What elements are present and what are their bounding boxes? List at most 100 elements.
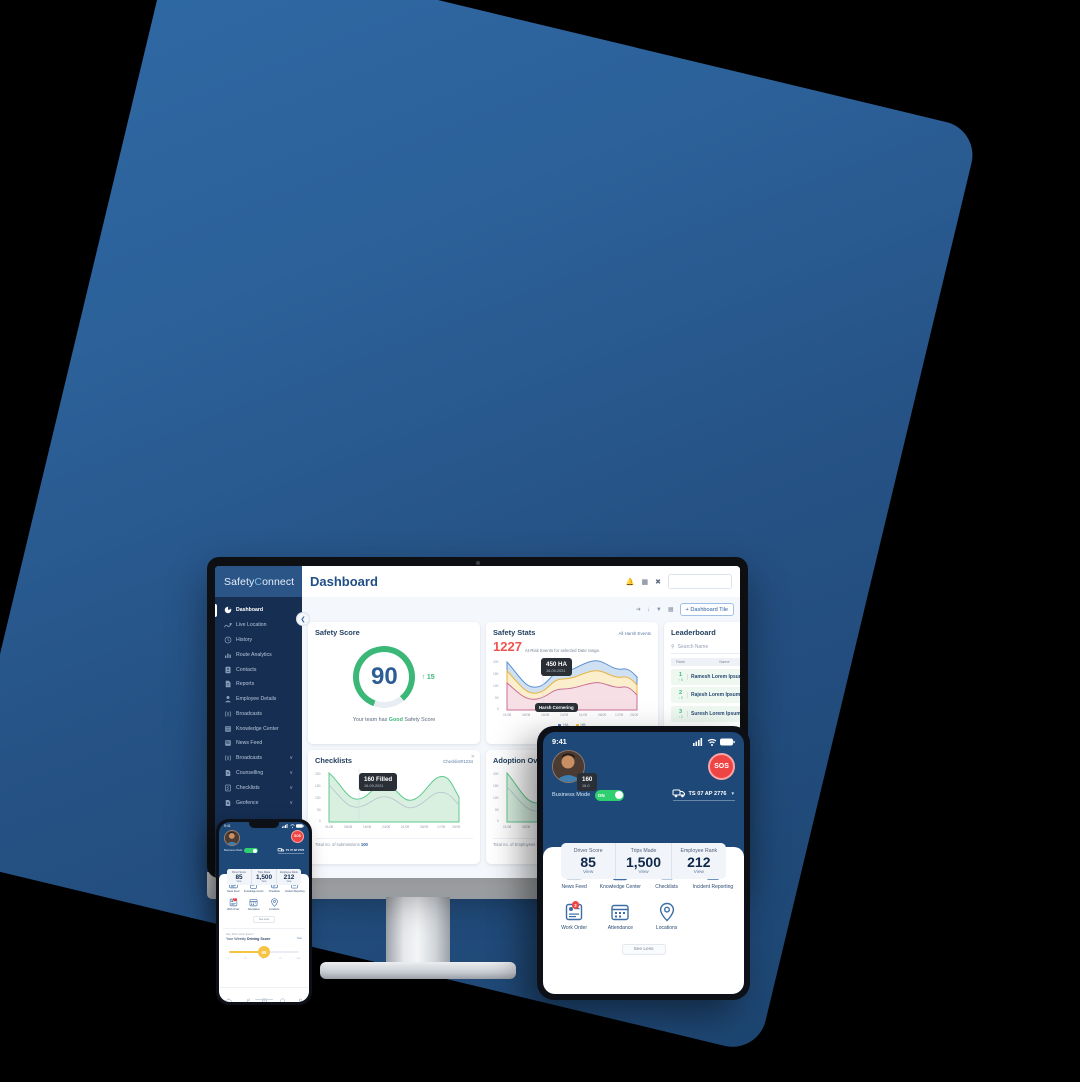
stat-action[interactable]: View — [672, 870, 726, 875]
safety-score-card: Safety Score 90 ↑ 15 Your team has Good … — [308, 622, 480, 745]
tooltip-date: 16-09-2021 — [364, 784, 384, 789]
stat-action[interactable]: View — [277, 881, 301, 883]
safety-score-delta: ↑ 15 — [421, 673, 435, 681]
sidebar-item-route-analytics[interactable]: Route Analytics — [215, 647, 302, 662]
app-attendance[interactable]: Attendance — [597, 902, 643, 931]
app-locations[interactable]: Locations — [644, 902, 690, 931]
leaderboard-rows: 1↑ 5Ramesh Lorem Ipsum100 2↑ 3Rajesh Lore… — [671, 668, 740, 722]
sidebar-item-geofence[interactable]: Geofence ∨ — [215, 795, 302, 810]
leaderboard-search[interactable]: ⚲ Search Name ✕ — [671, 641, 740, 655]
stat-trips-made[interactable]: Trips Made 1,500 View — [251, 869, 276, 885]
vehicle-selector[interactable]: TS 07 AP 2776 — [277, 848, 304, 854]
sidebar-item-reports[interactable]: Reports — [215, 677, 302, 692]
checklist-select[interactable]: Checklist#1234 — [443, 759, 473, 764]
slider-knob[interactable]: 65 — [258, 946, 270, 958]
sidebar-item-live-location[interactable]: Live Location — [215, 618, 302, 633]
app-locations[interactable]: Locations — [264, 898, 285, 911]
sidebar-item-label: Broadcasts — [236, 710, 262, 717]
chevron-down-icon[interactable]: ∨ — [289, 800, 297, 806]
leaderboard-row[interactable]: 3↑ 2Suresh Lorem Ipsum98 — [671, 705, 740, 722]
stat-value: 212 — [283, 874, 295, 881]
close-icon[interactable]: ✕ — [471, 754, 475, 760]
score-slider[interactable]: 65 — [226, 946, 302, 958]
filter-icon[interactable]: ▼ — [656, 607, 662, 613]
sidebar-item-history[interactable]: History — [215, 633, 302, 648]
stat-action[interactable]: View — [561, 870, 615, 875]
sos-button[interactable]: SOS — [291, 829, 304, 843]
tick-label: 100 — [296, 958, 300, 960]
chevron-down-icon[interactable]: ∨ — [289, 755, 297, 761]
home-indicator — [255, 998, 273, 1000]
home-icon[interactable] — [224, 992, 232, 1002]
sidebar-item-label: Contacts — [236, 666, 257, 673]
sidebar-item-news-feed[interactable]: News Feed — [215, 736, 302, 751]
bell-icon[interactable]: 🔔 — [626, 578, 635, 586]
app-attendance[interactable]: Attendance — [244, 898, 265, 911]
sos-button[interactable]: SOS — [708, 753, 735, 780]
app-work-order[interactable]: 2 Work Order — [551, 901, 597, 931]
sidebar-collapse-button[interactable]: ❮ — [296, 612, 310, 626]
leaderboard-row[interactable]: 2↑ 3Rajesh Lorem Ipsum100 — [671, 687, 740, 704]
sidebar-item-broadcasts[interactable]: Broadcasts — [215, 706, 302, 721]
download-icon[interactable]: ↓ — [647, 607, 650, 613]
bell-icon[interactable] — [279, 992, 286, 1002]
route-icon[interactable] — [243, 992, 250, 1002]
sidebar-item-knowledge-center[interactable]: Knowledge Center — [215, 721, 302, 736]
status-icons — [693, 737, 735, 746]
svg-text:25/09: 25/09 — [452, 825, 460, 829]
chevron-down-icon[interactable]: ∨ — [289, 785, 297, 791]
calendar-icon[interactable]: ▦ — [668, 606, 674, 613]
safety-stats-title: Safety Stats — [493, 628, 536, 638]
app-label: News Feed — [561, 884, 587, 890]
page-title: Dashboard — [310, 574, 378, 589]
avatar[interactable] — [224, 829, 240, 846]
svg-text:16/08: 16/08 — [363, 825, 371, 829]
app-label: Attendance — [607, 925, 634, 932]
chevron-down-icon[interactable]: ∨ — [289, 770, 297, 776]
leaderboard-row[interactable]: 1↑ 5Ramesh Lorem Ipsum100 — [671, 668, 740, 685]
sidebar-item-label: Reports — [236, 681, 255, 688]
view-all-link[interactable]: View — [297, 937, 302, 940]
dashboard-icon — [224, 606, 232, 614]
stat-action[interactable]: View — [227, 881, 251, 883]
tablet-header: SOS — [543, 746, 744, 783]
see-less-button[interactable]: See Less — [621, 943, 666, 955]
add-dashboard-tile-button[interactable]: + Dashboard Tile — [679, 603, 734, 617]
tablet-stats-row: Driver Score 85 View Trips Made 1,500 View Emp… — [561, 843, 726, 880]
sidebar-item-counselling[interactable]: Counselling ∨ — [215, 766, 302, 781]
vehicle-selector[interactable]: TS 07 AP 2776 ▼ — [672, 789, 735, 801]
checklist-icon[interactable] — [261, 992, 268, 1002]
search-input[interactable] — [668, 574, 732, 589]
apps-icon[interactable]: ▦ — [642, 578, 649, 586]
sidebar-item-employee-details[interactable]: Employee Details — [215, 692, 302, 707]
sidebar-item-checklists[interactable]: Checklists ∨ — [215, 780, 302, 795]
stat-employee-rank[interactable]: Employee Rank 212 View — [276, 869, 301, 885]
business-mode-toggle[interactable]: ON — [595, 789, 625, 801]
see-less-button[interactable]: See Less — [253, 916, 275, 923]
news-icon — [225, 740, 231, 747]
stat-value: 212 — [687, 854, 711, 870]
stat-driver-score[interactable]: Driver Score 85 View — [561, 843, 615, 879]
safety-score-value: 90 — [371, 663, 398, 691]
business-mode-toggle[interactable] — [244, 848, 258, 854]
svg-text:08/09: 08/09 — [420, 825, 428, 829]
harsh-events-select[interactable]: All Harsh Events — [619, 631, 651, 636]
x-axis-labels: 01/08 08/08 16/08 24/08 01/09 08/09 17/09 25… — [325, 825, 460, 829]
app-label: Incident Reporting — [285, 890, 305, 893]
tablet-mode-row: Business Mode ON TS 07 AP 2776 ▼ — [543, 783, 744, 801]
stat-driver-score[interactable]: Driver Score 85 View — [227, 869, 251, 885]
sidebar-item-dashboard[interactable]: Dashboard — [215, 603, 302, 618]
stat-trips-made[interactable]: Trips Made 1,500 View — [615, 843, 670, 880]
app-work-order[interactable]: 2 Work Order — [223, 897, 244, 911]
sidebar-item-contacts[interactable]: Contacts — [215, 662, 302, 677]
app-label: Incident Reporting — [692, 884, 734, 890]
profile-icon[interactable] — [297, 992, 304, 1002]
stat-employee-rank[interactable]: Employee Rank 212 View — [670, 843, 726, 880]
stat-action[interactable]: View — [252, 881, 276, 883]
close-icon[interactable]: ✖ — [655, 578, 661, 586]
stat-action[interactable]: View — [616, 870, 670, 875]
app-logo[interactable]: SafetyConnect — [215, 566, 302, 597]
sidebar-item-broadcasts[interactable]: Broadcasts ∨ — [215, 751, 302, 766]
share-icon[interactable]: ➜ — [636, 606, 641, 613]
safety-score-title: Safety Score — [315, 628, 360, 638]
